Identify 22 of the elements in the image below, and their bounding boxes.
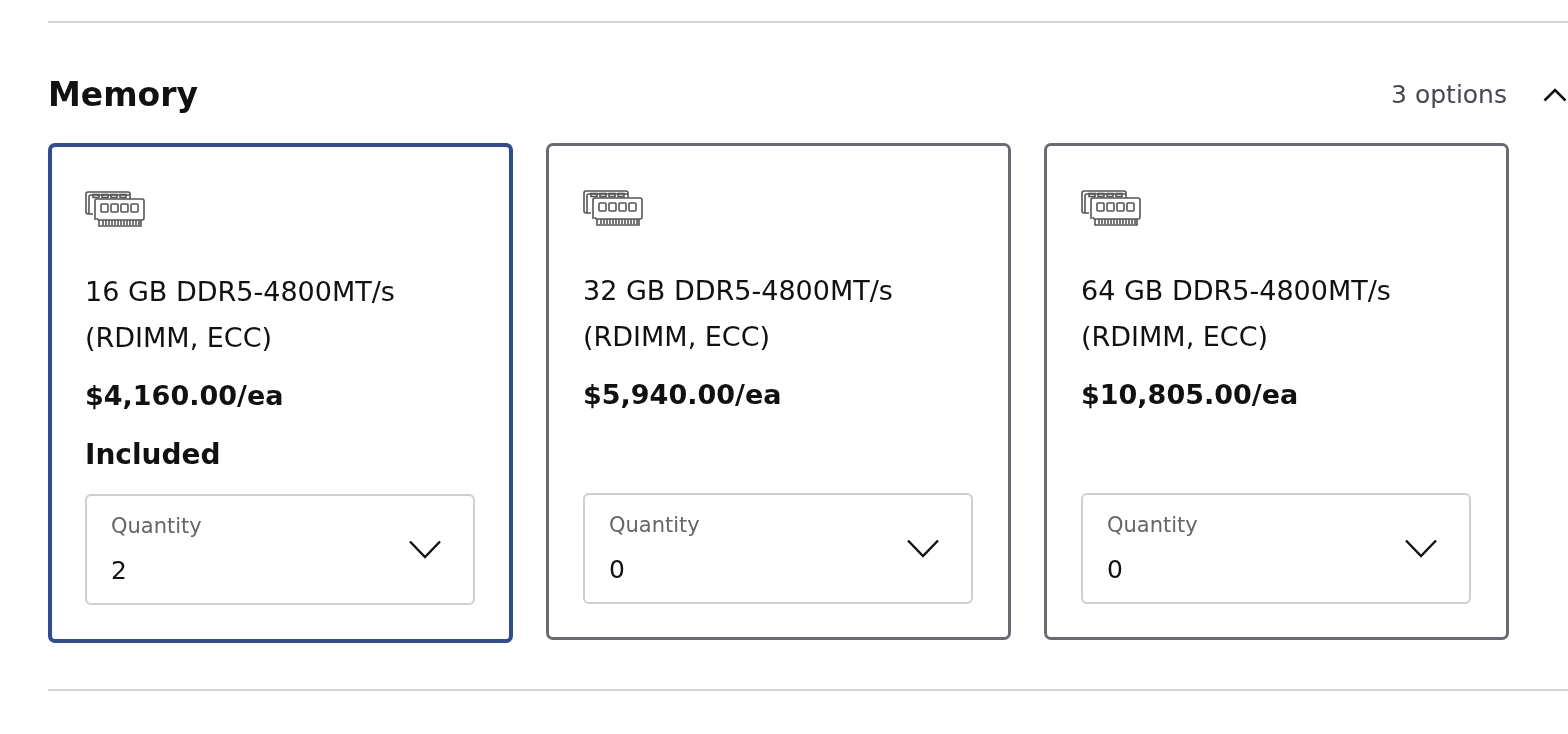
section-title: Memory (48, 75, 199, 115)
quantity-select[interactable]: Quantity 0 (1081, 493, 1471, 604)
option-name: 16 GB DDR5-4800MT/s (RDIMM, ECC) (85, 275, 396, 355)
option-count: 3 options (1391, 79, 1507, 111)
chevron-down-icon (409, 540, 441, 559)
option-price: $5,940.00/ea (583, 378, 782, 412)
option-price: $4,160.00/ea (85, 379, 284, 413)
option-card[interactable]: 32 GB DDR5-4800MT/s (RDIMM, ECC) $5,940.00/ea Quantity 0 (546, 143, 1011, 640)
chevron-up-icon[interactable] (1543, 88, 1567, 102)
chevron-down-icon (907, 539, 939, 558)
memory-module-icon (1081, 190, 1141, 227)
quantity-select[interactable]: Quantity 2 (85, 494, 475, 605)
option-price: $10,805.00/ea (1081, 378, 1299, 412)
quantity-select[interactable]: Quantity 0 (583, 493, 973, 604)
option-name: 64 GB DDR5-4800MT/s (RDIMM, ECC) (1081, 274, 1392, 354)
chevron-down-icon (1405, 539, 1437, 558)
option-card[interactable]: 64 GB DDR5-4800MT/s (RDIMM, ECC) $10,805.00/ea Quantity 0 (1044, 143, 1509, 640)
included-status: Included (85, 437, 221, 473)
memory-module-icon (583, 190, 643, 227)
memory-module-icon (85, 191, 145, 228)
option-name: 32 GB DDR5-4800MT/s (RDIMM, ECC) (583, 274, 894, 354)
option-card[interactable]: 16 GB DDR5-4800MT/s (RDIMM, ECC) $4,160.00/ea Included Quantity 2 (48, 143, 513, 643)
